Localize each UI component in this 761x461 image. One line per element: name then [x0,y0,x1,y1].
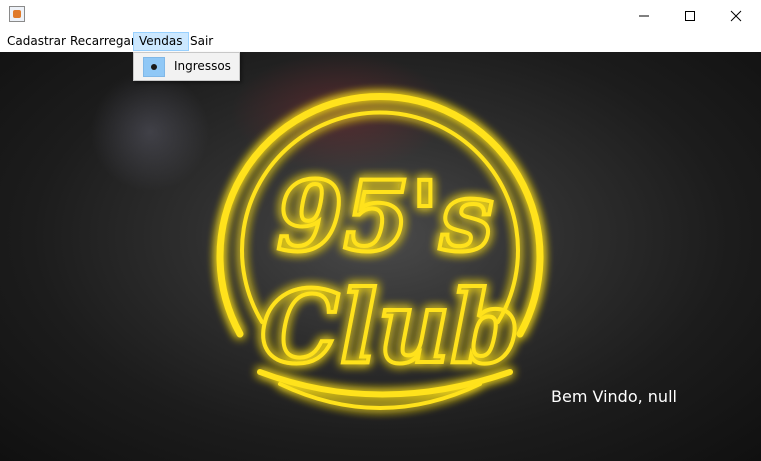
close-button[interactable] [713,0,759,31]
welcome-label: Bem Vindo, null [551,387,677,406]
logo-text-bottom: Club [260,268,520,386]
java-cup-icon[interactable] [9,6,25,22]
vendas-dropdown-menu: Ingressos [133,52,240,81]
minimize-icon [639,15,649,16]
menu-cadastrar[interactable]: Cadastrar [2,32,71,51]
menu-item-ingressos[interactable]: Ingressos [136,55,237,78]
close-icon [730,10,742,21]
menu-recarregar[interactable]: Recarregar [65,32,141,51]
menu-item-label: Ingressos [174,59,231,73]
title-bar [0,0,761,31]
menu-bar: Cadastrar Recarregar Vendas Sair [0,31,761,52]
maximize-icon [685,10,695,21]
menu-vendas[interactable]: Vendas [133,32,189,51]
minimize-button[interactable] [621,0,667,31]
logo-text-top: 95's [276,160,493,273]
club-logo: 95's Club [216,93,544,410]
maximize-button[interactable] [667,0,713,31]
menu-sair[interactable]: Sair [185,32,218,51]
main-panel: 95's Club Bem Vindo, null [0,52,761,461]
radio-selected-icon [143,57,165,77]
